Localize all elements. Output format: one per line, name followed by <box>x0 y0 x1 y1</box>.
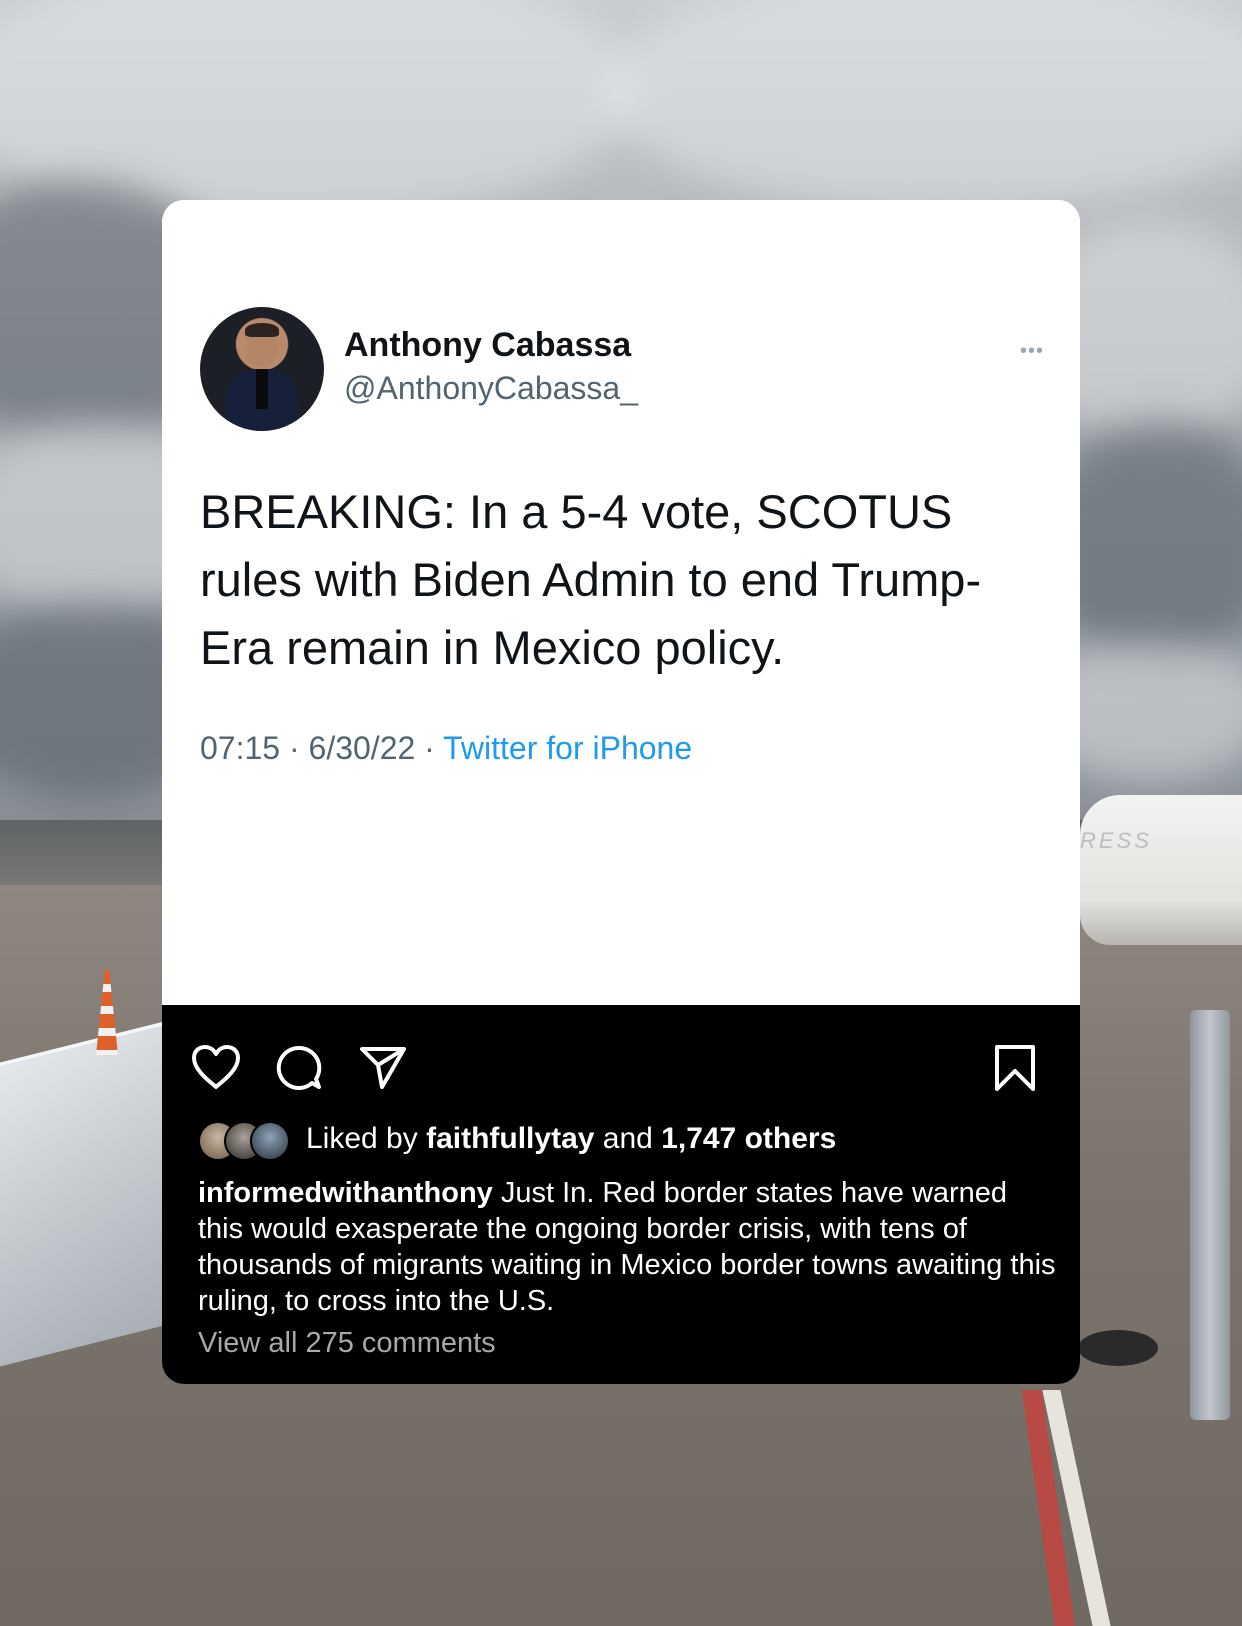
tweet-separator: · <box>280 730 309 766</box>
tweet-screenshot: Anthony Cabassa @AnthonyCabassa_ ••• BRE… <box>162 200 1080 1005</box>
likes-count-link[interactable]: 1,747 others <box>661 1122 836 1155</box>
post-card[interactable]: Anthony Cabassa @AnthonyCabassa_ ••• BRE… <box>162 200 1080 1384</box>
tweet-text: BREAKING: In a 5-4 vote, SCOTUS rules wi… <box>200 485 982 674</box>
bookmark-icon[interactable] <box>992 1043 1038 1098</box>
post-caption: informedwithanthony Just In. Red border … <box>198 1175 1058 1319</box>
avatar <box>250 1121 290 1161</box>
tweet-time: 07:15 <box>200 730 281 766</box>
likes-summary: Liked by faithfullytay and 1,747 others <box>306 1122 836 1156</box>
instagram-post-footer: Liked by faithfullytay and 1,747 others … <box>162 1005 1080 1384</box>
tweet-source-link[interactable]: Twitter for iPhone <box>443 730 692 766</box>
share-icon[interactable] <box>358 1043 408 1098</box>
tweet-meta: 07:15 · 6/30/22 · Twitter for iPhone <box>200 730 692 767</box>
liked-by-and: and <box>594 1122 662 1155</box>
comment-icon[interactable] <box>274 1043 324 1098</box>
view-comments-link[interactable]: View all 275 comments <box>198 1327 496 1360</box>
tweet-author-handle[interactable]: @AnthonyCabassa_ <box>344 370 638 407</box>
likes-row[interactable]: Liked by faithfullytay and 1,747 others <box>198 1117 836 1161</box>
tweet-date: 6/30/22 <box>308 730 416 766</box>
liked-by-label: Liked by <box>306 1122 427 1155</box>
liker-avatars <box>198 1119 294 1161</box>
heart-icon[interactable] <box>190 1043 242 1096</box>
tweet-author-name[interactable]: Anthony Cabassa <box>344 326 631 365</box>
liked-by-user-link[interactable]: faithfullytay <box>426 1122 594 1155</box>
more-options-icon[interactable]: ••• <box>1020 340 1044 363</box>
background-plane-text: RESS <box>1080 828 1152 853</box>
avatar[interactable] <box>200 307 324 431</box>
tweet-separator: · <box>415 730 444 766</box>
caption-username-link[interactable]: informedwithanthony <box>198 1177 493 1209</box>
